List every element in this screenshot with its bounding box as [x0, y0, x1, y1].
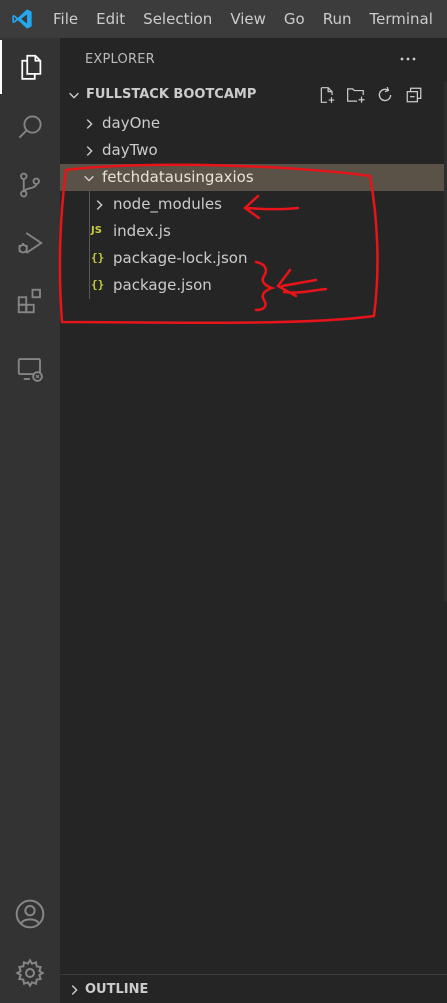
- menu-go[interactable]: Go: [275, 0, 314, 38]
- tree-item-package-json[interactable]: {} package.json: [60, 272, 447, 299]
- sidebar-header: EXPLORER: [60, 38, 447, 82]
- new-folder-icon[interactable]: [345, 84, 367, 106]
- more-actions-icon[interactable]: [396, 47, 420, 71]
- vscode-logo-icon: [0, 0, 44, 38]
- outline-section-header[interactable]: OUTLINE: [60, 974, 447, 1003]
- indent-guide: [89, 245, 90, 272]
- menu-bar: File Edit Selection View Go Run Terminal: [0, 0, 447, 38]
- tree-item-label: dayTwo: [102, 141, 158, 159]
- json-file-icon: {}: [91, 278, 105, 291]
- chevron-right-icon: [92, 197, 106, 216]
- tree-item-label: fetchdatausingaxios: [102, 168, 254, 186]
- outline-title: OUTLINE: [85, 982, 149, 997]
- explorer-title: EXPLORER: [85, 52, 155, 67]
- tree-item-package-lock-json[interactable]: {} package-lock.json: [60, 245, 447, 272]
- chevron-down-icon: [82, 170, 96, 189]
- extensions-icon[interactable]: [0, 274, 60, 328]
- workspace-title: FULLSTACK BOOTCAMP: [86, 87, 257, 102]
- chevron-down-icon: [67, 87, 81, 106]
- menu-terminal[interactable]: Terminal: [361, 0, 442, 38]
- collapse-all-icon[interactable]: [403, 84, 425, 106]
- menu-view[interactable]: View: [221, 0, 275, 38]
- new-file-icon[interactable]: [316, 84, 338, 106]
- refresh-icon[interactable]: [374, 84, 396, 106]
- menu-selection[interactable]: Selection: [134, 0, 221, 38]
- tree-item-daytwo[interactable]: dayTwo: [60, 137, 447, 164]
- tree-item-fetchdatausingaxios[interactable]: fetchdatausingaxios: [60, 164, 447, 191]
- tree-item-label: index.js: [113, 222, 171, 240]
- menu-file[interactable]: File: [44, 0, 87, 38]
- tree-item-label: package-lock.json: [113, 249, 248, 267]
- workspace-section-header[interactable]: FULLSTACK BOOTCAMP: [60, 82, 447, 108]
- accounts-icon[interactable]: [0, 887, 60, 941]
- manage-gear-icon[interactable]: [0, 946, 60, 1000]
- explorer-sidebar: EXPLORER FULLSTACK BOOTCAMP dayOne dayTw…: [60, 38, 447, 1003]
- activity-bar: [0, 38, 60, 1003]
- menu-edit[interactable]: Edit: [87, 0, 134, 38]
- tree-item-dayone[interactable]: dayOne: [60, 110, 447, 137]
- tree-item-label: node_modules: [113, 195, 222, 213]
- remote-explorer-icon[interactable]: [0, 342, 60, 396]
- js-file-icon: JS: [91, 225, 102, 236]
- tree-item-label: package.json: [113, 276, 212, 294]
- chevron-right-icon: [67, 982, 81, 1001]
- indent-guide: [89, 272, 90, 299]
- json-file-icon: {}: [91, 251, 105, 264]
- chevron-right-icon: [82, 116, 96, 135]
- source-control-icon[interactable]: [0, 158, 60, 212]
- run-debug-icon[interactable]: [0, 216, 60, 270]
- tree-item-node-modules[interactable]: node_modules: [60, 191, 447, 218]
- explorer-icon[interactable]: [0, 40, 60, 94]
- search-icon[interactable]: [0, 100, 60, 154]
- indent-guide: [89, 218, 90, 245]
- tree-item-index-js[interactable]: JS index.js: [60, 218, 447, 245]
- chevron-right-icon: [82, 143, 96, 162]
- tree-item-label: dayOne: [102, 114, 161, 132]
- menu-run[interactable]: Run: [314, 0, 361, 38]
- indent-guide: [89, 191, 90, 218]
